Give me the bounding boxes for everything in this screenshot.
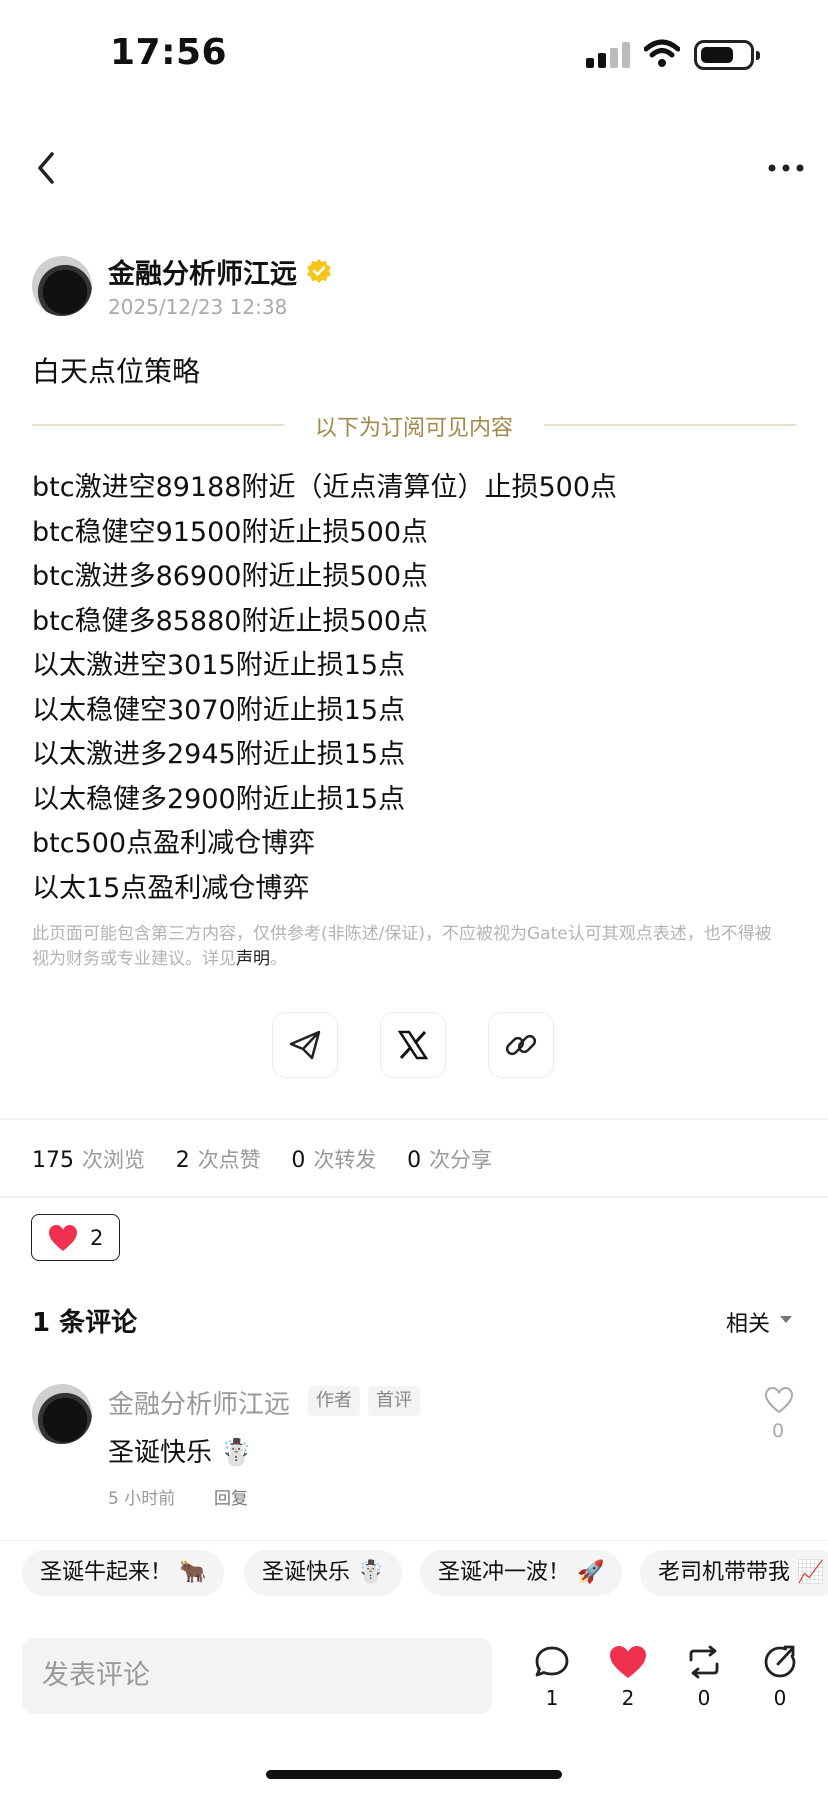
strategy-line: 以太稳健多2900附近止损15点 <box>32 783 406 815</box>
disclaimer-link[interactable]: 声明 <box>236 949 270 969</box>
shares-count: 0 <box>407 1148 422 1173</box>
post-body: btc激进空89188附近（近点清算位）止损500点 btc稳健空91500附近… <box>32 466 617 911</box>
strategy-line: 以太激进多2945附近止损15点 <box>32 739 406 770</box>
strategy-line: btc激进多86900附近止损500点 <box>32 561 428 592</box>
strategy-line: btc激进空89188附近（近点清算位）止损500点 <box>32 472 617 503</box>
copy-link-button[interactable] <box>488 1012 554 1078</box>
author-name[interactable]: 金融分析师江远 <box>108 252 297 291</box>
share-icon[interactable] <box>760 1644 800 1680</box>
reaction-button[interactable]: 2 <box>31 1214 120 1261</box>
comment-time: 5 小时前 <box>108 1489 176 1509</box>
repost-icon[interactable] <box>684 1644 724 1680</box>
comment-like-count: 0 <box>772 1420 785 1442</box>
wifi-icon <box>644 39 680 67</box>
back-arrow-icon[interactable] <box>32 148 62 188</box>
likes-label: 次点赞 <box>197 1148 261 1172</box>
section-divider <box>0 1196 828 1198</box>
post-date: 2025/12/23 12:38 <box>108 295 288 319</box>
strategy-line: 以太稳健空3070附近止损15点 <box>32 694 406 726</box>
first-comment-tag: 首评 <box>368 1386 420 1416</box>
heart-icon[interactable] <box>608 1644 648 1680</box>
like-count: 2 <box>621 1686 635 1710</box>
commenter-name[interactable]: 金融分析师江远 <box>108 1384 290 1421</box>
likes-count: 2 <box>175 1148 190 1173</box>
comment-input[interactable]: 发表评论 <box>22 1638 492 1714</box>
share-x-button[interactable] <box>380 1012 446 1078</box>
author-tag: 作者 <box>308 1386 360 1416</box>
author-avatar[interactable] <box>32 256 92 316</box>
heart-icon <box>49 1224 77 1251</box>
disclaimer-end: 。 <box>270 949 287 969</box>
comment-count: 1 <box>545 1686 559 1710</box>
shares-label: 次分享 <box>429 1148 493 1172</box>
subscriber-content-label: 以下为订阅可见内容 <box>314 416 513 441</box>
commenter-avatar[interactable] <box>32 1384 92 1444</box>
views-label: 次浏览 <box>82 1148 145 1172</box>
section-divider <box>0 1118 828 1120</box>
chevron-down-icon[interactable] <box>780 1316 792 1323</box>
telegram-icon <box>289 1030 321 1060</box>
strategy-line: 以太激进空3015附近止损15点 <box>32 650 406 681</box>
repost-count: 0 <box>697 1686 711 1710</box>
more-options-icon[interactable] <box>766 158 806 178</box>
strategy-line: btc稳健空91500附近止损500点 <box>32 516 428 548</box>
x-icon <box>397 1030 429 1060</box>
views-count: 175 <box>32 1148 74 1173</box>
post-stats: 175 次浏览 2 次点赞 0 次转发 0 次分享 <box>32 1144 516 1174</box>
reposts-label: 次转发 <box>313 1148 377 1172</box>
quick-reply-chip[interactable]: 圣诞快乐 ☃️ <box>244 1550 403 1596</box>
comment-like-icon[interactable] <box>764 1386 794 1414</box>
comment-icon[interactable] <box>532 1644 572 1680</box>
quick-reply-chip[interactable]: 圣诞冲一波！ 🚀 <box>420 1550 623 1596</box>
strategy-line: btc稳健多85880附近止损500点 <box>32 605 428 637</box>
quick-reply-chip[interactable]: 圣诞牛起来！ 🐂 <box>22 1550 225 1596</box>
quick-reply-chips: 圣诞牛起来！ 🐂 圣诞快乐 ☃️ 圣诞冲一波！ 🚀 老司机带带我 📈 <box>0 1540 828 1612</box>
battery-icon <box>694 40 760 70</box>
disclaimer-text: 此页面可能包含第三方内容，仅供参考(非陈述/保证)，不应被视为Gate认可其观点… <box>32 924 772 969</box>
comments-title: 1 条评论 <box>32 1308 138 1338</box>
verified-badge-icon <box>307 259 331 283</box>
link-icon <box>505 1034 537 1056</box>
home-indicator <box>266 1770 562 1779</box>
share-count: 0 <box>773 1686 787 1710</box>
quick-reply-chip[interactable]: 老司机带带我 📈 <box>640 1550 828 1596</box>
divider-right <box>544 424 796 426</box>
share-telegram-button[interactable] <box>272 1012 338 1078</box>
post-title: 白天点位策略 <box>32 355 201 388</box>
comment-text: 圣诞快乐 ☃️ <box>108 1438 253 1468</box>
reaction-count: 2 <box>90 1225 104 1250</box>
strategy-line: 以太15点盈利减仓博弈 <box>32 872 310 904</box>
disclaimer: 此页面可能包含第三方内容，仅供参考(非陈述/保证)，不应被视为Gate认可其观点… <box>32 922 782 972</box>
strategy-line: btc500点盈利减仓博弈 <box>32 828 316 859</box>
reposts-count: 0 <box>291 1148 306 1173</box>
status-time: 17:56 <box>110 32 228 73</box>
reply-button[interactable]: 回复 <box>214 1484 248 1509</box>
comment-sort-selector[interactable]: 相关 <box>726 1306 770 1338</box>
cellular-signal-icon <box>586 42 630 68</box>
